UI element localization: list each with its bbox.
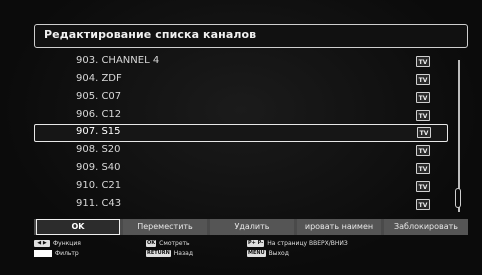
delete-button[interactable]: Удалить [210,219,294,235]
back-label: Назад [173,250,193,257]
channel-row-907-selected[interactable]: 907. S15 TV [34,124,448,142]
channel-list: 903. CHANNEL 4 TV 904. ZDF TV 905. C07 T… [34,53,468,211]
channel-label: 908. S20 [76,144,121,155]
function-label: Функция [53,240,81,247]
channel-label: 904. ZDF [76,73,122,84]
tv-icon: TV [416,74,430,85]
channel-label: 906. C12 [76,109,122,120]
channel-row-911[interactable]: 911. C43 TV [34,196,448,214]
channel-row-904[interactable]: 904. ZDF TV [34,71,448,89]
page-label: На страницу ВВЕРХ/ВНИЗ [267,240,348,247]
ok-button[interactable]: OK [36,219,120,235]
tv-icon: TV [416,181,430,192]
legend-navigation: ◀ ▶ Функция Фильтр [34,240,81,260]
tv-icon: TV [416,199,430,210]
tv-icon: TV [416,92,430,103]
channel-row-909[interactable]: 909. S40 TV [34,160,448,178]
legend-actions: OK Смотреть RETURN Назад [146,240,193,260]
ok-key-icon: OK [146,240,157,247]
legend-paging: P+ P- На страницу ВВЕРХ/ВНИЗ MENU Выход [247,240,348,260]
tv-icon: TV [416,145,430,156]
rename-button[interactable]: ировать наимен [297,219,381,235]
return-key-icon: RETURN [146,250,171,257]
action-button-bar: OK Переместить Удалить ировать наимен За… [34,219,468,235]
channel-label: 907. S15 [76,126,121,137]
channel-label: 903. CHANNEL 4 [76,55,160,66]
left-right-arrows-icon: ◀ ▶ [34,240,50,247]
channel-row-903[interactable]: 903. CHANNEL 4 TV [34,53,448,71]
channel-row-908[interactable]: 908. S20 TV [34,142,448,160]
tv-icon: TV [416,56,430,67]
channel-list-screen: Редактирование списка каналов 903. CHANN… [0,0,482,275]
menu-key-icon: MENU [247,250,266,257]
move-button[interactable]: Переместить [123,219,207,235]
channel-row-905[interactable]: 905. C07 TV [34,89,448,107]
lock-button[interactable]: Заблокировать [384,219,468,235]
header-bar: Редактирование списка каналов [34,24,468,48]
exit-label: Выход [268,250,289,257]
tv-icon: TV [417,127,431,138]
tv-icon: TV [416,110,430,121]
page-keys-icon: P+ P- [247,240,265,247]
tv-icon: TV [416,163,430,174]
page-title: Редактирование списка каналов [44,28,257,41]
filter-color-key-icon [34,250,52,257]
filter-label: Фильтр [55,250,79,257]
channel-label: 905. C07 [76,91,122,102]
channel-label: 910. C21 [76,180,122,191]
channel-row-906[interactable]: 906. C12 TV [34,107,448,125]
watch-label: Смотреть [159,240,190,247]
channel-label: 909. S40 [76,162,121,173]
channel-label: 911. C43 [76,198,122,209]
scrollbar-thumb[interactable] [455,188,461,208]
channel-row-910[interactable]: 910. C21 TV [34,178,448,196]
